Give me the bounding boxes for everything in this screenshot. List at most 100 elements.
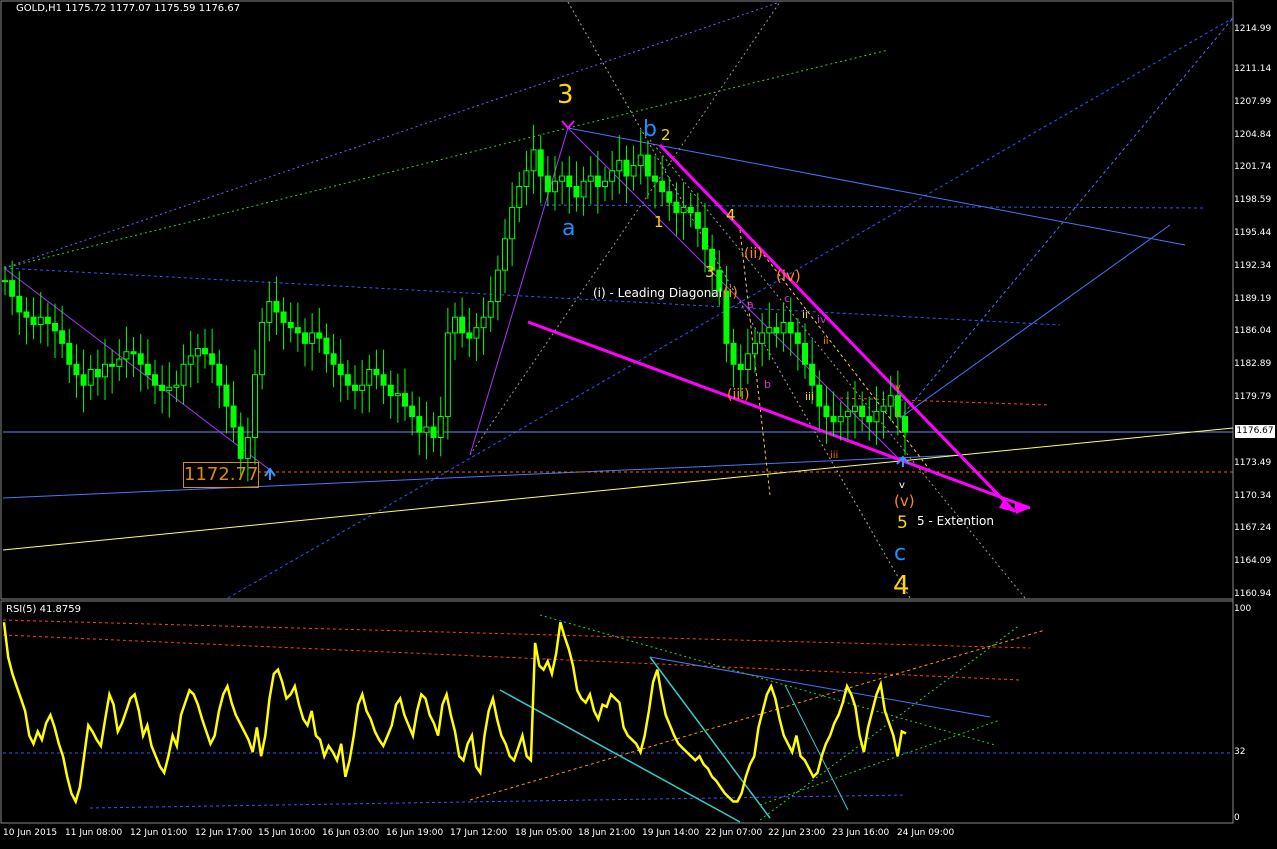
candle-body <box>866 416 873 423</box>
sub-iii-small-label: iii <box>830 450 838 461</box>
wave-labels: 3 a b 2 1 4 3 (ii) (iv) (i) (i) - Leadin… <box>557 80 994 601</box>
candle-body <box>116 358 123 367</box>
candles-group <box>2 124 908 482</box>
candle-body <box>566 175 573 187</box>
green-fan-2[interactable] <box>567 49 889 129</box>
rsi-series-line <box>2 621 907 805</box>
price-tick: 1198.59 <box>1234 195 1272 206</box>
lower-trend-line[interactable] <box>2 454 961 499</box>
candle-body <box>366 369 373 386</box>
rsi-green-line-3[interactable] <box>759 719 1001 806</box>
channel-line-5[interactable] <box>899 224 1171 419</box>
candle-body <box>30 316 37 326</box>
candle-body <box>887 395 894 407</box>
rsi-blue-trend[interactable] <box>649 656 991 718</box>
candle-body <box>630 165 637 177</box>
candle-body <box>152 374 158 386</box>
grey-fan-1[interactable] <box>567 1 911 599</box>
candle-body <box>294 327 301 334</box>
rsi-blue-low-line[interactable] <box>89 794 906 809</box>
candle-body <box>752 342 758 355</box>
orange-level-line-2[interactable] <box>839 397 1051 406</box>
channel-line-1[interactable] <box>227 17 1234 599</box>
candle-body <box>273 301 280 313</box>
drawing-objects[interactable] <box>2 1 1234 599</box>
candle-body <box>52 322 58 332</box>
price-tick: 1214.99 <box>1234 23 1272 34</box>
channel-line-2[interactable] <box>3 267 1061 326</box>
candle-body <box>394 393 401 397</box>
candle-body <box>494 269 501 303</box>
candle-body <box>609 170 616 182</box>
sub-i-small-label: i <box>895 410 898 421</box>
candle-body <box>744 353 751 371</box>
candle-body <box>430 426 437 438</box>
rsi-green-line-1[interactable] <box>539 614 996 746</box>
price-tick: 1201.74 <box>1234 162 1272 173</box>
rsi-cyan-line-2[interactable] <box>649 656 771 819</box>
chart-canvas[interactable]: 3 a b 2 1 4 3 (ii) (iv) (i) (i) - Leadin… <box>0 0 1277 849</box>
candle-body <box>302 332 308 344</box>
price-tick: 1167.24 <box>1234 523 1272 534</box>
price-tick: 1173.49 <box>1234 457 1272 468</box>
purple-line-1[interactable] <box>3 267 271 471</box>
rsi-tick-0: 0 <box>1234 813 1240 823</box>
time-tick: 16 Jun 03:00 <box>322 828 380 838</box>
rsi-red-line-1[interactable] <box>2 619 1031 649</box>
rsi-drawings[interactable] <box>2 614 1233 823</box>
rsi-tick-100: 100 <box>1234 604 1252 614</box>
wave-4-small-label: 4 <box>726 206 736 224</box>
leading-diagonal-label: (i) - Leading Diagonal <box>593 286 722 300</box>
sub-b-label: b <box>764 378 771 391</box>
candle-body <box>687 206 694 214</box>
candle-body <box>309 332 316 344</box>
candle-body <box>209 353 216 365</box>
candle-body <box>509 206 516 240</box>
wave-3-label: 3 <box>557 80 574 110</box>
rsi-title: RSI(5) 41.8759 <box>6 604 81 615</box>
candle-body <box>787 321 794 334</box>
candle-body <box>844 410 851 418</box>
price-tick: 1186.04 <box>1234 326 1272 337</box>
yellow-support-line[interactable] <box>2 427 1234 551</box>
candle-body <box>94 369 101 378</box>
time-tick: 18 Jun 21:00 <box>578 828 636 838</box>
candle-body <box>244 436 251 459</box>
wave-3-small-label: 3 <box>705 263 715 281</box>
wave-i-label: (i) <box>723 285 738 301</box>
candle-body <box>516 185 523 208</box>
candle-body <box>373 369 380 376</box>
wave-c-label: c <box>894 541 906 566</box>
candle-body <box>416 416 423 433</box>
candle-body <box>652 175 658 182</box>
candle-body <box>266 301 273 323</box>
candle-body <box>537 149 544 177</box>
candle-body <box>794 332 801 344</box>
candle-body <box>73 363 80 376</box>
candle-body <box>552 180 558 193</box>
low-price-marker[interactable]: 1172.77 <box>183 462 259 488</box>
candle-body <box>44 316 51 324</box>
price-tick: 1211.14 <box>1234 63 1272 74</box>
candle-body <box>873 410 880 423</box>
rsi-red-line-2[interactable] <box>2 634 1021 681</box>
channel-line-4[interactable] <box>899 17 1234 419</box>
candle-body <box>680 206 687 214</box>
candle-body <box>780 321 787 334</box>
price-tick: 1160.94 <box>1234 589 1272 599</box>
time-tick: 16 Jun 19:00 <box>386 828 444 838</box>
candle-body <box>352 384 358 391</box>
candle-body <box>644 154 651 177</box>
candle-body <box>144 363 151 376</box>
chart-window: 3 a b 2 1 4 3 (ii) (iv) (i) (i) - Leadin… <box>0 0 1277 849</box>
candle-body <box>452 316 458 334</box>
wave-b-label: b <box>643 117 657 142</box>
candle-body <box>409 405 416 418</box>
candle-body <box>530 149 537 172</box>
candle-body <box>66 342 73 365</box>
candle-body <box>437 416 444 438</box>
candle-body <box>902 416 908 433</box>
green-fan-1[interactable] <box>3 127 569 269</box>
time-tick: 11 Jun 08:00 <box>65 828 123 838</box>
magenta-lower-wedge[interactable] <box>527 320 1031 510</box>
